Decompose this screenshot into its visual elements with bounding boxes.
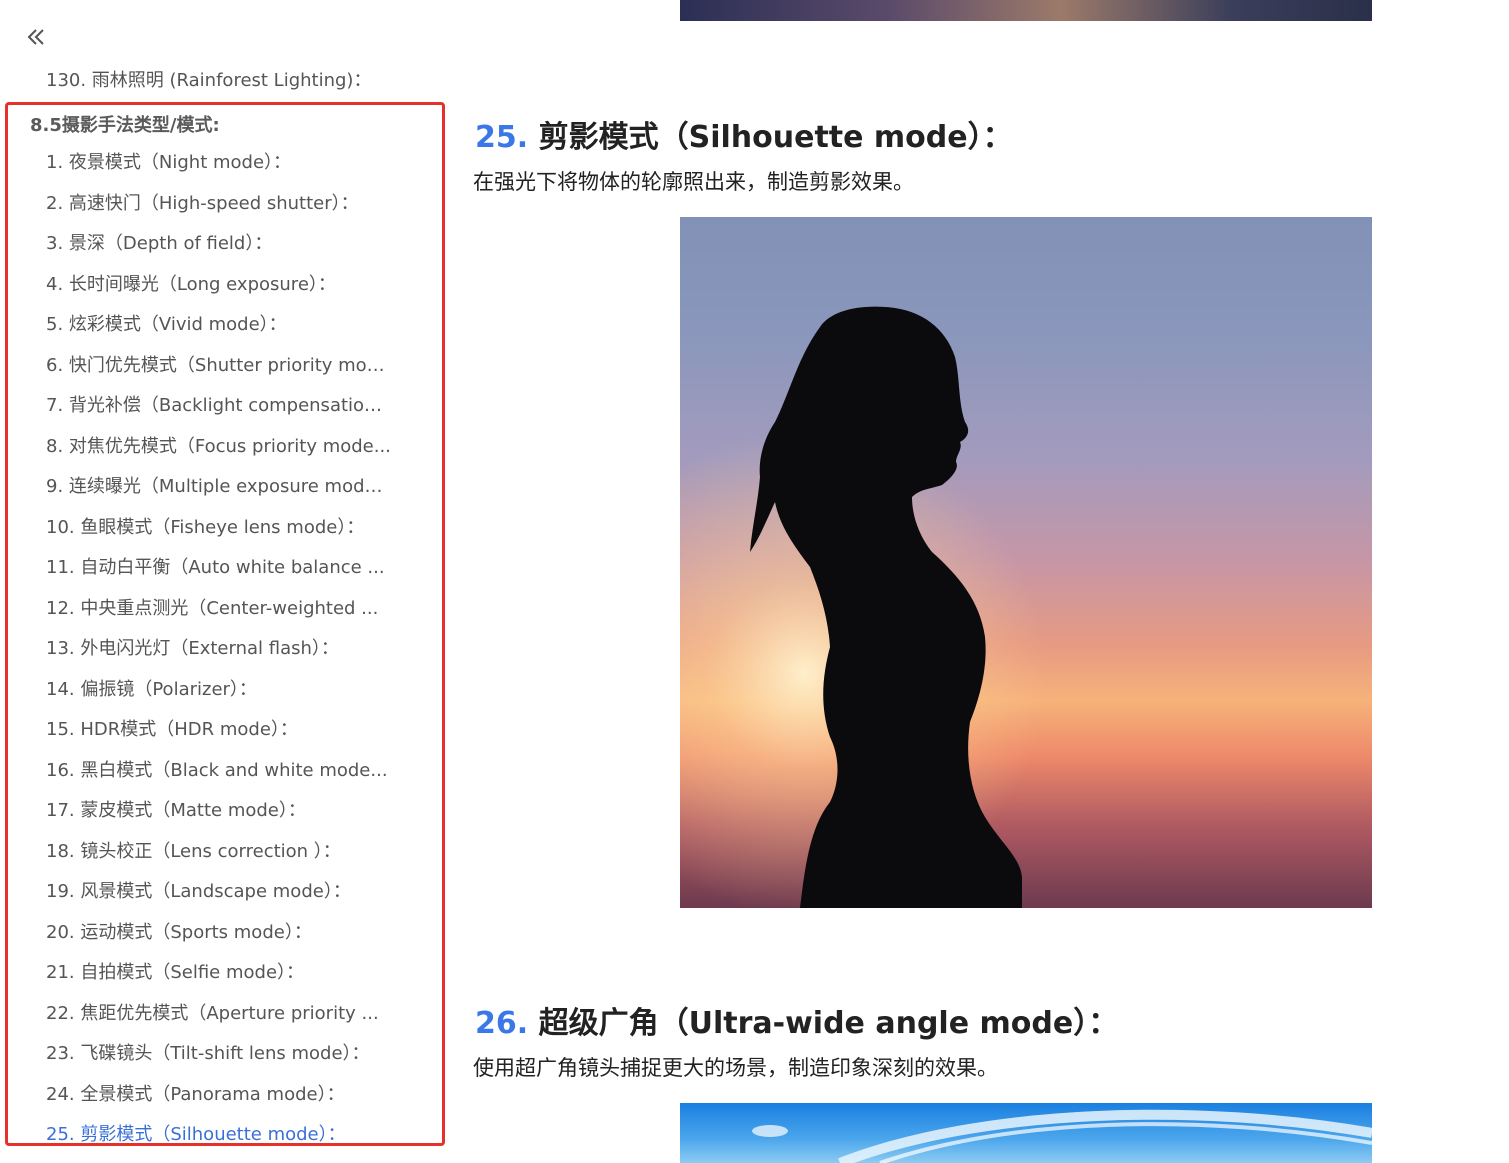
toc-item[interactable]: 17. 蒙皮模式（Matte mode）： [46,795,391,836]
toc-list: 1. 夜景模式（Night mode）： 2. 高速快门（High-speed s… [46,147,391,1160]
toc-item[interactable]: 23. 飞碟镜头（Tilt-shift lens mode）： [46,1038,391,1079]
collapse-sidebar-button[interactable] [20,22,50,52]
toc-item[interactable]: 15. HDR模式（HDR mode）： [46,714,391,755]
toc-item[interactable]: 11. 自动白平衡（Auto white balance ... [46,552,391,593]
toc-item[interactable]: 19. 风景模式（Landscape mode）： [46,876,391,917]
section-description: 在强光下将物体的轮廓照出来，制造剪影效果。 [473,170,914,194]
toc-item[interactable]: 25. 剪影模式（Silhouette mode）： [46,1119,391,1160]
section-number: 25. [475,120,529,155]
ultra-wide-photo [680,1103,1372,1163]
toc-item[interactable]: 16. 黑白模式（Black and white mode... [46,755,391,796]
silhouette-figure [680,217,1372,908]
toc-item-prev[interactable]: 130. 雨林照明 (Rainforest Lighting)： [46,66,371,92]
toc-item[interactable]: 14. 偏振镜（Polarizer）： [46,674,391,715]
toc-item[interactable]: 18. 镜头校正（Lens correction ）： [46,836,391,877]
toc-item[interactable]: 5. 炫彩模式（Vivid mode）： [46,309,391,350]
toc-item[interactable]: 1. 夜景模式（Night mode）： [46,147,391,188]
ultra-wide-arc [752,1109,1372,1163]
section-heading-26: 26. 超级广角（Ultra-wide angle mode）： [475,998,1118,1042]
toc-item[interactable]: 7. 背光补偿（Backlight compensation ... [46,390,391,431]
toc-item[interactable]: 8. 对焦优先模式（Focus priority mode... [46,431,391,472]
toc-highlight-box: 8.5摄影手法类型/模式: 1. 夜景模式（Night mode）： 2. 高速快… [5,102,445,1146]
toc-item[interactable]: 4. 长时间曝光（Long exposure）： [46,269,391,310]
section-title: 超级广角（Ultra-wide angle mode）： [538,1006,1119,1041]
toc-item[interactable]: 3. 景深（Depth of field）： [46,228,391,269]
toc-item[interactable]: 20. 运动模式（Sports mode）： [46,917,391,958]
page: 130. 雨林照明 (Rainforest Lighting)： 8.5摄影手法… [0,0,1509,1163]
toc-item[interactable]: 21. 自拍模式（Selfie mode）： [46,957,391,998]
toc-item[interactable]: 24. 全景模式（Panorama mode）： [46,1079,391,1120]
toc-item[interactable]: 22. 焦距优先模式（Aperture priority ... [46,998,391,1039]
section-title: 剪影模式（Silhouette mode）： [538,120,1013,155]
toc-item[interactable]: 12. 中央重点测光（Center-weighted ... [46,593,391,634]
toc-item[interactable]: 9. 连续曝光（Multiple exposure mode... [46,471,391,512]
toc-item[interactable]: 6. 快门优先模式（Shutter priority mod... [46,350,391,391]
double-chevron-left-icon [27,29,44,45]
section-number: 26. [475,1006,529,1041]
toc-item[interactable]: 10. 鱼眼模式（Fisheye lens mode）： [46,512,391,553]
section-description: 使用超广角镜头捕捉更大的场景，制造印象深刻的效果。 [473,1056,998,1080]
previous-photo [680,0,1372,21]
section-heading-25: 25. 剪影模式（Silhouette mode）： [475,112,1013,156]
toc-item[interactable]: 13. 外电闪光灯（External flash）： [46,633,391,674]
toc-section-title[interactable]: 8.5摄影手法类型/模式: [30,111,220,137]
silhouette-photo [680,217,1372,908]
toc-item[interactable]: 2. 高速快门（High-speed shutter）： [46,188,391,229]
